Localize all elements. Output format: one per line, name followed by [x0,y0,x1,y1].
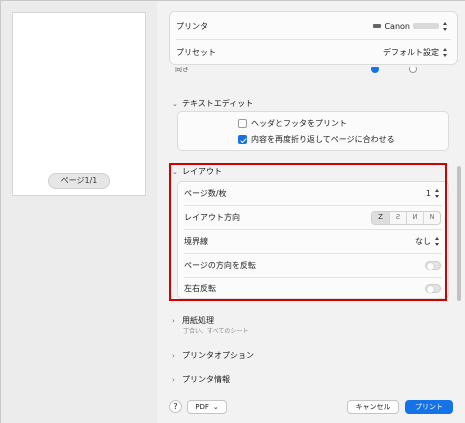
page-indicator[interactable]: ページ1/1 [48,173,110,189]
chevron-right-icon: › [172,351,175,360]
help-button[interactable]: ? [169,400,182,413]
printer-info-section-header[interactable]: › プリンタ情報 [172,374,230,385]
rewrap-option[interactable]: 内容を再度折り返してページに合わせる [238,134,395,145]
printer-icon [373,24,382,28]
chevron-right-icon: › [172,316,175,325]
chevron-updown-icon [442,47,449,57]
printer-model-redacted [413,23,439,29]
text-edit-box: ヘッダとフッタをプリント 内容を再度折り返してページに合わせる [177,111,449,151]
preset-select[interactable]: デフォルト設定 [383,47,449,58]
orientation-radio-landscape[interactable] [409,67,417,73]
chevron-down-icon: ⌄ [212,403,219,411]
preview-pane: ページ1/1 [1,1,157,423]
rewrap-label: 内容を再度折り返してページに合わせる [251,135,395,144]
paper-handling-subtitle: 丁合い、すべてのシート [183,328,249,335]
pdf-label: PDF [195,403,209,411]
header-footer-checkbox[interactable] [238,119,247,128]
orientation-radio-portrait[interactable] [371,67,379,73]
printer-row[interactable]: プリンタ Canon [170,13,457,39]
rewrap-checkbox[interactable] [238,135,247,144]
printer-label: プリンタ [176,21,208,31]
cancel-button[interactable]: キャンセル [347,400,399,414]
paper-handling-title: 用紙処理 [182,316,214,325]
layout-highlight-outline [169,163,447,301]
chevron-down-icon: ⌄ [172,99,178,108]
chevron-right-icon: › [172,375,175,384]
printer-value: Canon [384,21,410,31]
print-button[interactable]: プリント [405,400,453,414]
page-preview [12,12,146,196]
pdf-menu-button[interactable]: PDF ⌄ [187,400,227,414]
preset-value: デフォルト設定 [383,47,439,57]
header-footer-option[interactable]: ヘッダとフッタをプリント [238,118,347,129]
chevron-updown-icon [442,21,449,31]
orientation-row-cutoff: 向き [169,67,458,75]
scrollbar-thumb[interactable] [457,166,461,301]
printer-info-title: プリンタ情報 [182,375,230,384]
text-edit-section-header[interactable]: ⌄ テキストエディット [172,98,253,109]
printer-select[interactable]: Canon [373,21,449,31]
printer-preset-box: プリンタ Canon プリセット デフォルト設定 [169,11,458,65]
dialog-footer: ? PDF ⌄ キャンセル プリント [157,393,465,423]
header-footer-label: ヘッダとフッタをプリント [251,119,347,128]
text-edit-title: テキストエディット [182,99,254,108]
printer-options-section-header[interactable]: › プリンタオプション [172,350,254,361]
print-dialog: ページ1/1 プリンタ Canon プリセット デフォルト設定 向き ⌄ テキス… [0,0,465,423]
paper-handling-section-header[interactable]: › 用紙処理 [172,315,214,326]
preset-row[interactable]: プリセット デフォルト設定 [170,39,457,65]
printer-options-title: プリンタオプション [182,351,254,360]
preset-label: プリセット [176,47,216,57]
orientation-label: 向き [175,67,189,73]
